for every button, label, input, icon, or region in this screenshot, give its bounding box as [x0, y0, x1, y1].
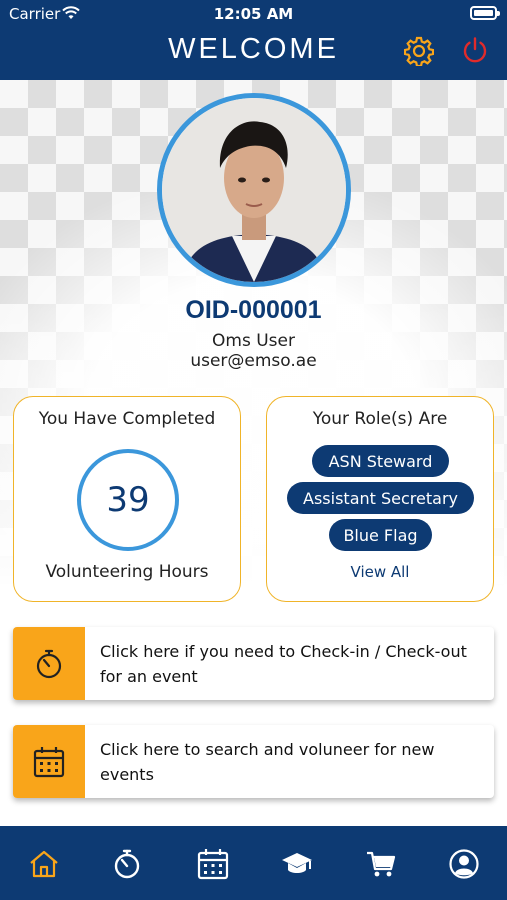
- profile-photo: [162, 98, 346, 282]
- cart-icon[interactable]: [365, 848, 397, 880]
- user-name: Oms User: [212, 331, 295, 351]
- bottom-nav: [0, 826, 507, 900]
- view-all-roles-link[interactable]: View All: [267, 563, 493, 581]
- user-oid: OID-000001: [185, 296, 322, 324]
- calendar-icon[interactable]: [197, 848, 229, 880]
- stopwatch-icon[interactable]: [111, 848, 143, 880]
- graduation-cap-icon[interactable]: [281, 848, 313, 880]
- hours-card-heading: You Have Completed: [38, 409, 216, 429]
- power-icon[interactable]: [461, 36, 489, 64]
- clock-time: 12:05 AM: [213, 5, 294, 23]
- search-events-button[interactable]: Click here to search and voluneer for ne…: [13, 725, 494, 798]
- checkin-checkout-button[interactable]: Click here if you need to Check-in / Che…: [13, 627, 494, 700]
- roles-card: Your Role(s) Are ASN Steward Assistant S…: [266, 396, 494, 602]
- status-bar: Carrier 12:05 AM: [0, 0, 507, 28]
- hours-card-footer: Volunteering Hours: [45, 562, 209, 582]
- avatar[interactable]: [157, 93, 351, 287]
- roles-card-heading: Your Role(s) Are: [312, 409, 448, 429]
- hours-count: 39: [77, 449, 179, 551]
- role-badge: ASN Steward: [312, 445, 449, 477]
- user-email: user@emso.ae: [190, 351, 317, 371]
- role-badge: Blue Flag: [329, 519, 432, 551]
- volunteering-hours-card: You Have Completed 39 Volunteering Hours: [13, 396, 241, 602]
- gear-icon[interactable]: [404, 36, 434, 66]
- search-events-label: Click here to search and voluneer for ne…: [100, 740, 435, 784]
- role-badge: Assistant Secretary: [287, 482, 474, 514]
- user-icon[interactable]: [448, 848, 480, 880]
- calendar-icon: [33, 746, 65, 777]
- app-header: Carrier 12:05 AM WELCOME: [0, 0, 507, 80]
- stopwatch-icon: [36, 649, 62, 678]
- checkin-checkout-label: Click here if you need to Check-in / Che…: [100, 642, 467, 686]
- home-icon[interactable]: [28, 848, 60, 880]
- battery-icon: [470, 6, 500, 20]
